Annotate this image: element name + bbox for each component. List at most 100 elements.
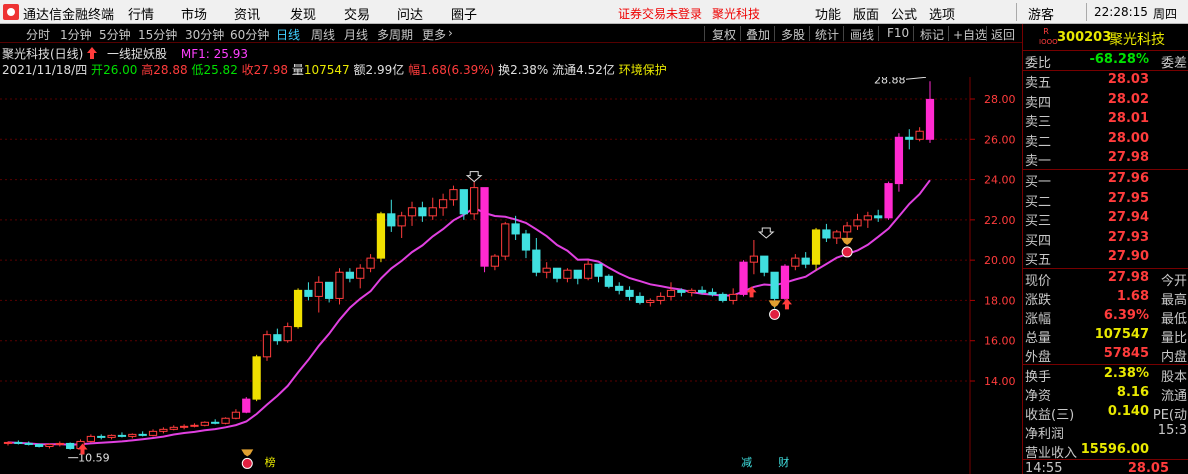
fund-label2: PE(动 xyxy=(1152,408,1187,423)
candle xyxy=(573,269,582,285)
candle xyxy=(615,282,624,295)
candle xyxy=(325,281,334,303)
tick-price: 28.05 xyxy=(1127,461,1169,474)
candle xyxy=(542,262,551,279)
period-daily[interactable]: 日线 xyxy=(276,26,300,43)
candle xyxy=(418,201,427,222)
toolbar-divider xyxy=(913,26,914,41)
fund-row: 营业收入 15596.00 xyxy=(1023,441,1188,461)
login-notice[interactable]: 证券交易未登录 xyxy=(618,5,702,22)
quote-label: 现价 xyxy=(1025,274,1052,289)
ask-row: 卖五 28.03 xyxy=(1023,71,1188,91)
period-monthly[interactable]: 月线 xyxy=(344,26,368,43)
candle xyxy=(749,240,759,275)
quote-value: 57845 xyxy=(1103,346,1149,361)
menu-gongneng[interactable]: 功能 xyxy=(815,4,841,23)
candle-body xyxy=(666,289,676,297)
candle xyxy=(179,424,189,430)
stock-link[interactable]: 聚光科技 xyxy=(712,5,760,22)
more-arrow-icon[interactable]: › xyxy=(448,26,453,40)
candle xyxy=(780,264,790,301)
period-weekly[interactable]: 周线 xyxy=(311,26,335,43)
fund-value: 15596.00 xyxy=(1080,442,1149,457)
bid-row: 买二 27.95 xyxy=(1023,190,1188,210)
candle-body xyxy=(34,443,44,447)
candle xyxy=(490,254,500,271)
candle xyxy=(584,260,593,281)
candle xyxy=(55,441,64,447)
btn-fanhui[interactable]: 返回 xyxy=(991,26,1015,43)
menu-wenda[interactable]: 问达 xyxy=(397,4,423,23)
candle-body xyxy=(563,269,572,279)
bottom-marker: 减 xyxy=(741,456,752,469)
btn-f10[interactable]: F10 xyxy=(887,26,909,40)
down-arrow-icon xyxy=(465,171,483,183)
quote-label2: 今开 xyxy=(1160,274,1187,289)
amount-label: 额 xyxy=(353,63,366,77)
chart-grid: 28.00 26.00 24.00 22.00 20.00 18.00 16.00 14.00 xyxy=(0,77,1016,474)
menu-jiaoyi[interactable]: 交易 xyxy=(344,4,370,23)
candle-body xyxy=(179,425,189,428)
chart-title-row: 聚光科技(日线) 一线捉妖股 MF1: 25.93 xyxy=(0,45,248,61)
indicator-name[interactable]: 一线捉妖股 xyxy=(107,47,167,61)
diamond-icon xyxy=(841,237,854,258)
btn-duogu[interactable]: 多股 xyxy=(781,26,805,43)
menu-quanzi[interactable]: 圈子 xyxy=(451,4,477,23)
period-more[interactable]: 更多 xyxy=(422,26,446,43)
candle-body xyxy=(117,434,127,437)
ask-label: 卖二 xyxy=(1025,134,1052,150)
candle-body xyxy=(148,430,158,436)
btn-zixuan[interactable]: +自选 xyxy=(953,26,987,43)
btn-biaoji[interactable]: 标记 xyxy=(920,26,944,43)
candle-body xyxy=(128,433,137,437)
diamond-dot xyxy=(241,457,253,469)
candle-body xyxy=(376,213,386,259)
candle-body xyxy=(760,255,769,273)
toolbar-divider xyxy=(948,26,949,41)
btn-diejia[interactable]: 叠加 xyxy=(746,26,770,43)
period-30min[interactable]: 30分钟 xyxy=(185,26,224,43)
candle-body xyxy=(573,269,582,279)
menu-faxian[interactable]: 发现 xyxy=(290,4,316,23)
menu-shichang[interactable]: 市场 xyxy=(181,4,207,23)
menu-banmian[interactable]: 版面 xyxy=(853,4,879,23)
guest-label[interactable]: 游客 xyxy=(1028,4,1054,23)
menu-gongshi[interactable]: 公式 xyxy=(891,4,917,23)
candle xyxy=(66,442,75,450)
period-15min[interactable]: 15分钟 xyxy=(138,26,177,43)
menu-zixun[interactable]: 资讯 xyxy=(234,4,260,23)
candle xyxy=(853,213,862,230)
period-1min[interactable]: 1分钟 xyxy=(60,26,92,43)
candle xyxy=(148,429,158,437)
candle-body xyxy=(532,249,541,273)
sector-label[interactable]: 环境保护 xyxy=(619,63,667,77)
bid-value: 27.93 xyxy=(1107,229,1149,245)
candle xyxy=(563,268,572,283)
ask-label: 卖五 xyxy=(1025,76,1052,91)
bid-row: 买四 27.93 xyxy=(1023,229,1188,249)
candle xyxy=(397,211,406,238)
fund-row: 净资 8.16 流通 xyxy=(1023,384,1188,404)
period-5min[interactable]: 5分钟 xyxy=(99,26,131,43)
app-title: 通达信金融终端 xyxy=(23,8,115,23)
tick-time: 14:55 xyxy=(1025,461,1063,474)
period-fenshi[interactable]: 分时 xyxy=(26,26,50,43)
bid-row: 买一 27.96 xyxy=(1023,170,1188,190)
menu-xuanxiang[interactable]: 选项 xyxy=(929,4,955,23)
bid-label: 买一 xyxy=(1025,175,1052,190)
candle-body xyxy=(853,219,862,227)
fund-row: 净利润 15:3 xyxy=(1023,422,1188,442)
low-label: 低 xyxy=(191,63,204,77)
candle-body xyxy=(3,441,13,444)
bid-value: 27.95 xyxy=(1107,190,1149,206)
period-multi[interactable]: 多周期 xyxy=(377,26,413,43)
candle xyxy=(252,354,261,402)
quote-label: 外盘 xyxy=(1025,350,1052,365)
btn-tongji[interactable]: 统计 xyxy=(815,26,839,43)
candle-body xyxy=(66,442,75,449)
menu-hangqing[interactable]: 行情 xyxy=(128,4,154,23)
btn-huaxian[interactable]: 画线 xyxy=(850,26,874,43)
btn-fuquan[interactable]: 复权 xyxy=(712,26,736,43)
period-60min[interactable]: 60分钟 xyxy=(230,26,269,43)
candlestick-chart[interactable]: 28.00 26.00 24.00 22.00 20.00 18.00 16.00 14.00… xyxy=(0,77,1022,474)
